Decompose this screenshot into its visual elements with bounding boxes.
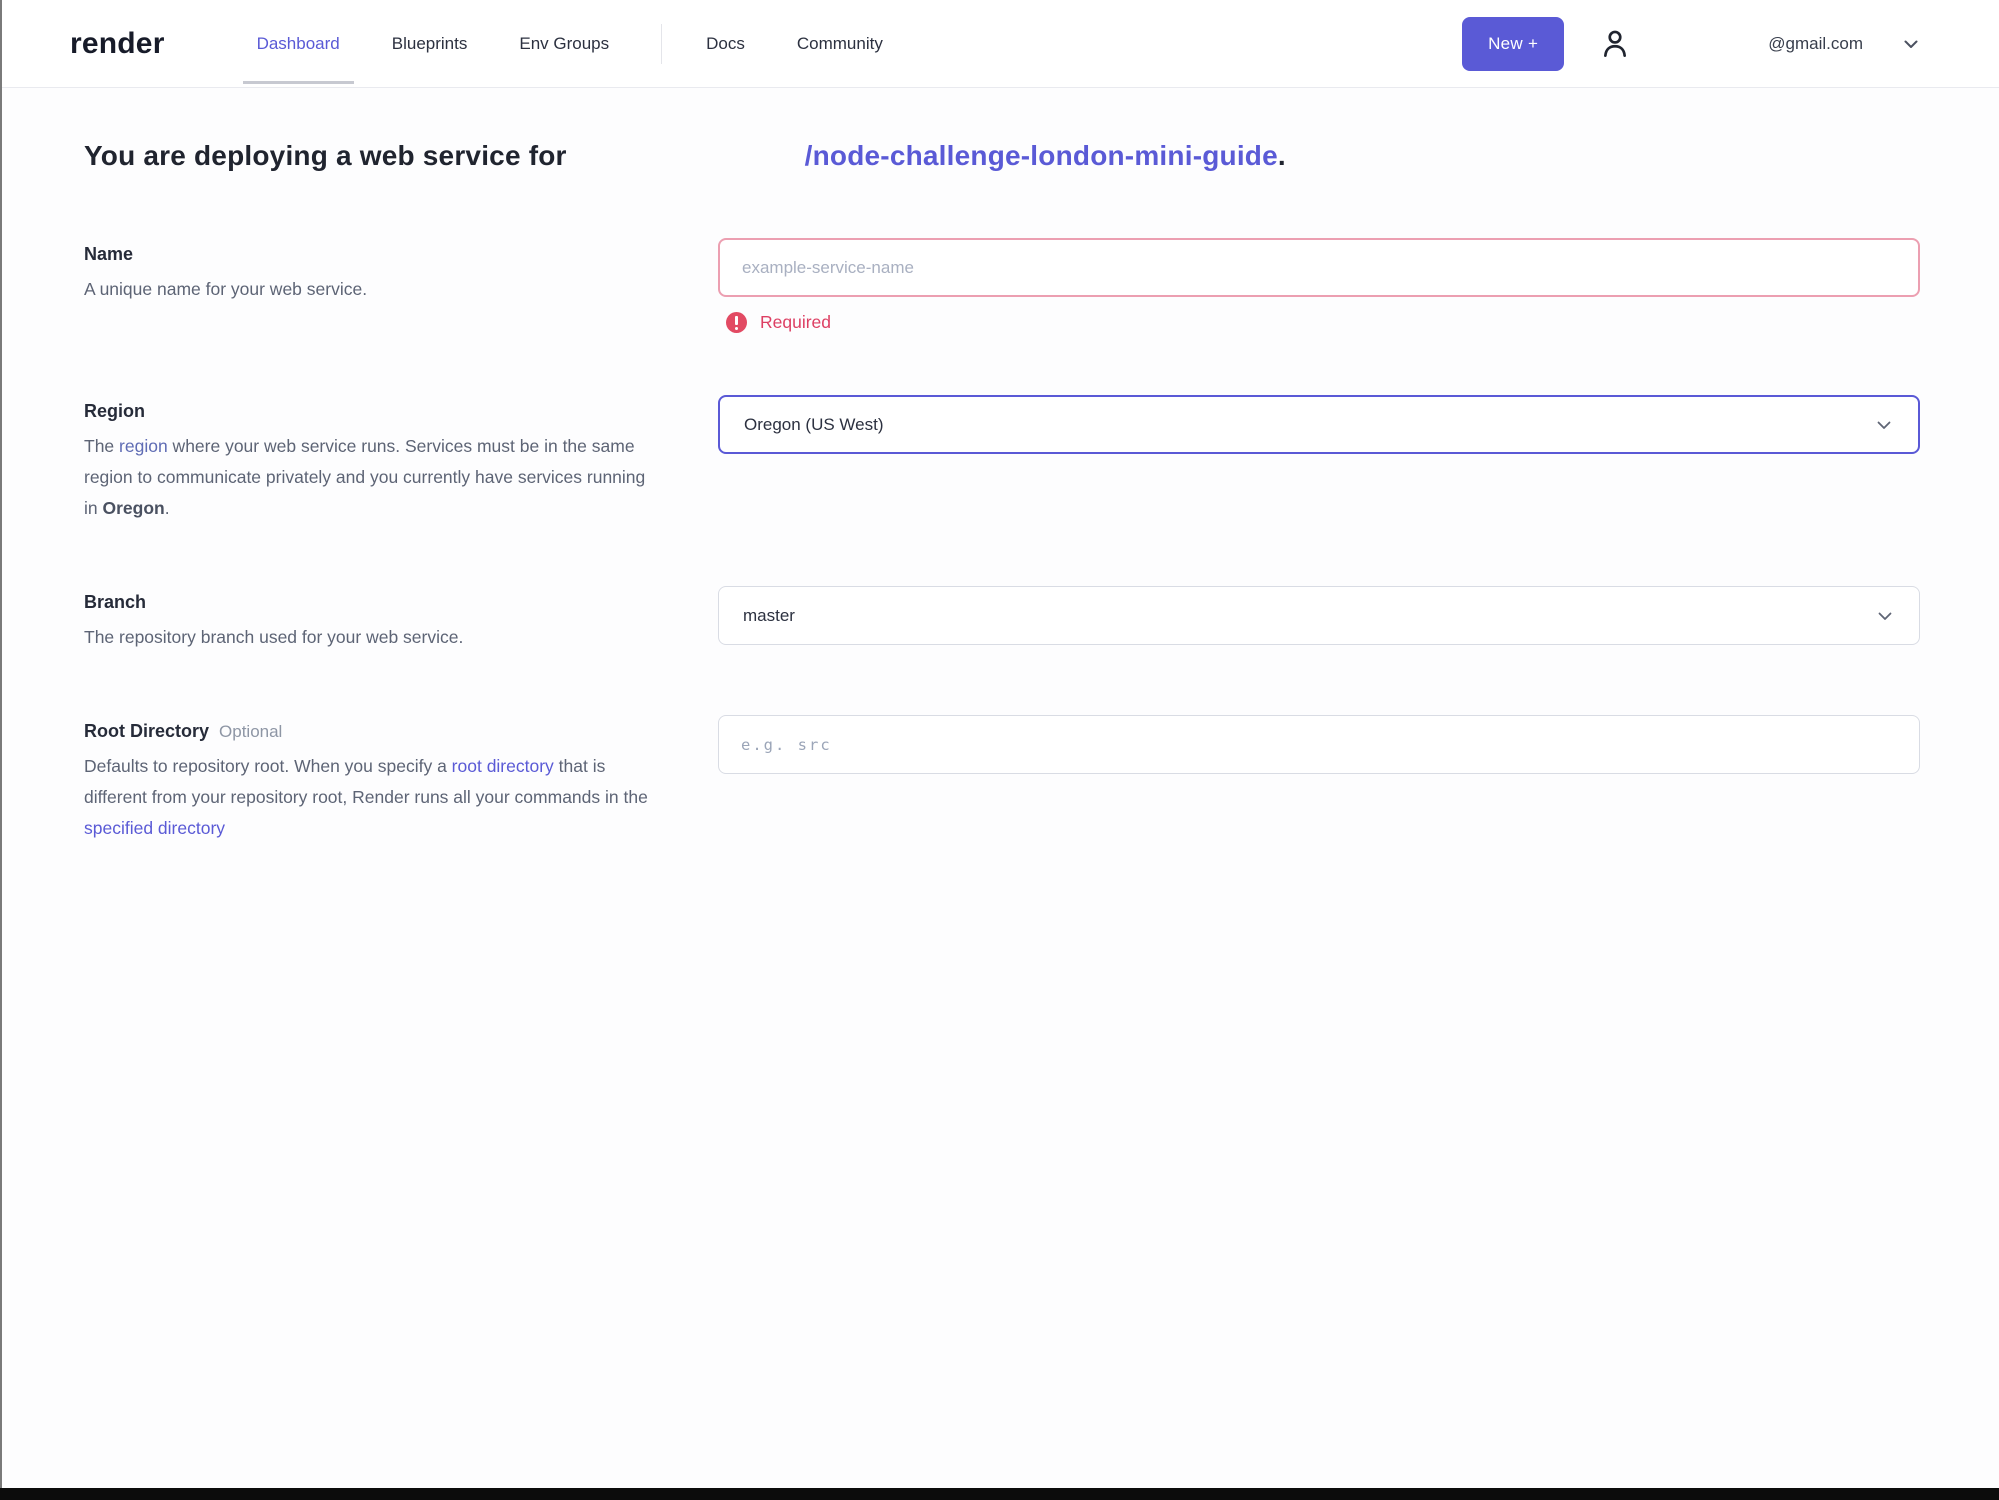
root-directory-field-row: Root Directory Optional Defaults to repos… bbox=[84, 715, 1920, 844]
account-email: @gmail.com bbox=[1768, 33, 1863, 53]
nav-item-docs[interactable]: Docs bbox=[706, 0, 745, 87]
root-directory-input[interactable] bbox=[718, 715, 1920, 774]
branch-field-info: Branch The repository branch used for yo… bbox=[84, 586, 684, 653]
region-desc-bold: Oregon bbox=[102, 498, 165, 518]
specified-directory-doc-link[interactable]: specified directory bbox=[84, 818, 225, 838]
nav-label: Env Groups bbox=[519, 33, 610, 53]
region-field-info: Region The region where your web service… bbox=[84, 395, 684, 524]
branch-field-controls: master bbox=[718, 586, 1920, 653]
region-desc-text: The bbox=[84, 436, 120, 456]
chevron-down-icon bbox=[1901, 34, 1921, 54]
chevron-down-icon bbox=[1874, 415, 1894, 435]
region-field-controls: Oregon (US West) bbox=[718, 395, 1920, 524]
primary-nav: Dashboard Blueprints Env Groups Docs Com… bbox=[242, 0, 935, 87]
new-button[interactable]: New + bbox=[1462, 16, 1565, 71]
root-directory-doc-link[interactable]: root directory bbox=[452, 756, 554, 776]
person-icon bbox=[1598, 27, 1632, 61]
root-directory-field-info: Root Directory Optional Defaults to repos… bbox=[84, 715, 684, 844]
region-select[interactable]: Oregon (US West) bbox=[718, 395, 1920, 454]
root-directory-label: Root Directory bbox=[84, 721, 210, 741]
account-menu[interactable]: @gmail.com bbox=[1650, 34, 1921, 54]
window-left-edge bbox=[0, 0, 2, 1500]
name-field-info: Name A unique name for your web service. bbox=[84, 238, 684, 333]
heading-suffix: . bbox=[1277, 140, 1286, 171]
name-field-row: Name A unique name for your web service.… bbox=[84, 238, 1920, 333]
deploy-form: Name A unique name for your web service.… bbox=[84, 238, 1920, 844]
error-exclamation-icon bbox=[726, 312, 747, 333]
nav-item-dashboard[interactable]: Dashboard bbox=[242, 0, 354, 87]
optional-tag: Optional bbox=[219, 722, 283, 741]
branch-label: Branch bbox=[84, 592, 147, 612]
nav-label: Dashboard bbox=[256, 33, 340, 53]
deploy-page: You are deploying a web service for/node… bbox=[0, 88, 1999, 1488]
region-doc-link[interactable]: region bbox=[119, 436, 168, 456]
name-error-row: Required bbox=[726, 312, 1920, 333]
name-description: A unique name for your web service. bbox=[84, 279, 368, 299]
branch-description: The repository branch used for your web … bbox=[84, 627, 464, 647]
redacted-email-prefix bbox=[1650, 39, 1768, 49]
region-field-row: Region The region where your web service… bbox=[84, 395, 1920, 524]
branch-field-row: Branch The repository branch used for yo… bbox=[84, 586, 1920, 653]
chevron-down-icon bbox=[1875, 606, 1895, 626]
root-directory-description: Defaults to repository root. When you sp… bbox=[84, 751, 659, 844]
region-desc-text: . bbox=[164, 498, 170, 518]
render-logo[interactable]: render bbox=[70, 27, 165, 61]
user-avatar-button[interactable] bbox=[1598, 27, 1632, 61]
repo-link[interactable]: /node-challenge-london-mini-guide bbox=[805, 140, 1278, 171]
branch-select-value: master bbox=[743, 605, 795, 625]
page-title: You are deploying a web service for/node… bbox=[84, 140, 1920, 172]
nav-label: Community bbox=[796, 33, 883, 53]
root-directory-field-controls bbox=[718, 715, 1920, 844]
nav-divider bbox=[661, 23, 663, 64]
nav-item-community[interactable]: Community bbox=[797, 0, 883, 87]
nav-label: Blueprints bbox=[391, 33, 468, 53]
nav-item-blueprints[interactable]: Blueprints bbox=[392, 0, 468, 87]
nav-item-env-groups[interactable]: Env Groups bbox=[519, 0, 609, 87]
name-field-controls: Required bbox=[718, 238, 1920, 333]
region-description: The region where your web service runs. … bbox=[84, 431, 659, 524]
name-label: Name bbox=[84, 244, 134, 264]
heading-prefix: You are deploying a web service for bbox=[84, 140, 567, 171]
service-name-input[interactable] bbox=[718, 238, 1920, 297]
header-right-group: New + @gmail.com bbox=[1462, 16, 1921, 71]
region-label: Region bbox=[84, 401, 145, 421]
nav-label: Docs bbox=[706, 33, 745, 53]
top-nav-bar: render Dashboard Blueprints Env Groups D… bbox=[0, 0, 1999, 88]
region-select-value: Oregon (US West) bbox=[744, 414, 884, 434]
window-bottom-edge bbox=[0, 1488, 1999, 1500]
root-dir-desc-text: Defaults to repository root. When you sp… bbox=[84, 756, 452, 776]
name-error-text: Required bbox=[760, 312, 832, 332]
branch-select[interactable]: master bbox=[718, 586, 1920, 645]
